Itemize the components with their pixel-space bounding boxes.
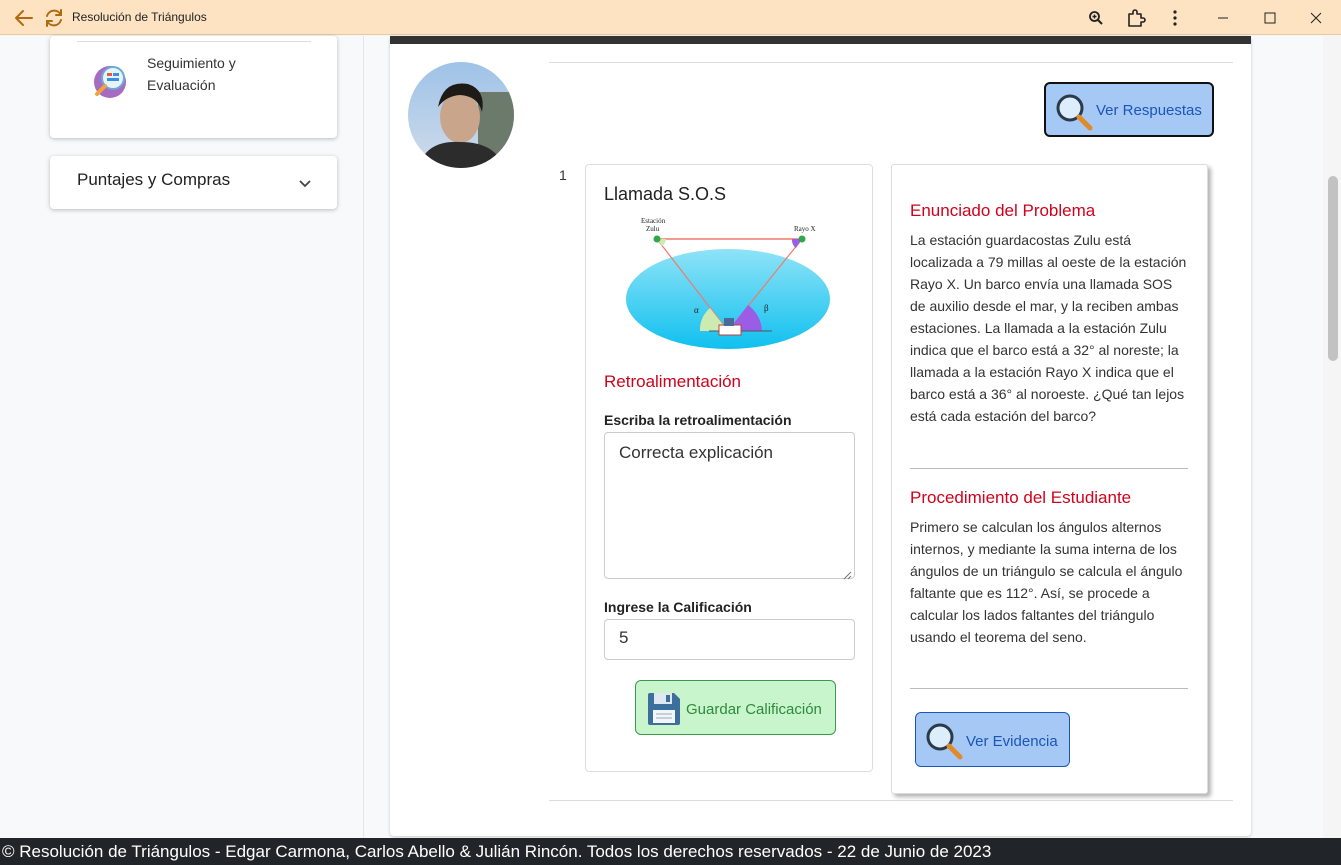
alpha-label: α xyxy=(694,305,699,315)
problem-diagram: Estación Zulu Rayo X α β xyxy=(624,213,832,353)
more-vertical-icon[interactable] xyxy=(1163,6,1187,30)
problem-title: Llamada S.O.S xyxy=(604,184,727,204)
ver-evidencia-button[interactable]: Ver Evidencia xyxy=(915,712,1070,767)
scrollbar[interactable] xyxy=(1323,36,1341,838)
puntajes-accordion[interactable]: Puntajes y Compras xyxy=(50,156,337,209)
feedback-textarea[interactable]: Correcta explicación xyxy=(604,432,855,579)
button-label: Guardar Calificación xyxy=(686,701,822,718)
station-rayo-label: Rayo X xyxy=(794,225,816,233)
save-grade-button[interactable]: Guardar Calificación xyxy=(635,680,836,735)
chevron-down-icon[interactable] xyxy=(298,176,312,194)
footer-text: © Resolución de Triángulos - Edgar Carmo… xyxy=(2,842,992,861)
row-number: 1 xyxy=(559,167,567,183)
procedure-text: Primero se calculan los ángulos alternos… xyxy=(910,519,1183,645)
accordion-label: Puntajes y Compras xyxy=(77,170,231,189)
floppy-disk-icon xyxy=(646,691,682,732)
button-label: Ver Respuestas xyxy=(1096,102,1202,119)
feedback-section-title: Retroalimentación xyxy=(604,372,742,391)
sidebar-menu-card: Seguimiento y Evaluación xyxy=(50,36,337,138)
arrow-left-icon[interactable] xyxy=(12,6,36,30)
ver-respuestas-button[interactable]: Ver Respuestas xyxy=(1044,82,1214,137)
magnifier-icon xyxy=(1054,92,1094,137)
grade-field-label: Ingrese la Calificación xyxy=(604,599,752,615)
button-label: Ver Evidencia xyxy=(966,733,1058,750)
close-icon[interactable] xyxy=(1304,6,1328,30)
minimize-icon[interactable] xyxy=(1211,6,1235,30)
station-zulu-label: Estación xyxy=(641,217,666,225)
magnifier-icon xyxy=(924,721,964,766)
divider xyxy=(910,688,1188,689)
magnifier-chart-icon[interactable] xyxy=(93,63,131,101)
student-avatar xyxy=(408,62,514,168)
beta-label: β xyxy=(764,303,769,313)
statement-title: Enunciado del Problema xyxy=(910,201,1096,220)
station-zulu-label-2: Zulu xyxy=(646,225,660,233)
puzzle-icon[interactable] xyxy=(1124,6,1148,30)
footer: © Resolución de Triángulos - Edgar Carmo… xyxy=(0,838,1341,865)
divider xyxy=(77,41,311,42)
refresh-icon[interactable] xyxy=(42,6,66,30)
statement-text: La estación guardacostas Zulu está local… xyxy=(910,232,1187,424)
divider xyxy=(910,468,1188,469)
window-title: Resolución de Triángulos xyxy=(72,10,207,24)
title-bar: Resolución de Triángulos xyxy=(0,0,1341,35)
grade-input[interactable]: 5 xyxy=(604,619,855,660)
feedback-field-label: Escriba la retroalimentación xyxy=(604,412,792,428)
divider xyxy=(549,800,1233,801)
procedure-title: Procedimiento del Estudiante xyxy=(910,488,1132,507)
sidebar-item-seguimiento[interactable]: Seguimiento y Evaluación xyxy=(147,52,307,96)
card-header-bar xyxy=(390,36,1251,44)
scrollbar-thumb[interactable] xyxy=(1328,176,1338,361)
zoom-icon[interactable] xyxy=(1084,6,1108,30)
maximize-icon[interactable] xyxy=(1258,6,1282,30)
divider xyxy=(549,62,1233,63)
resize-handle-icon[interactable] xyxy=(843,567,852,585)
